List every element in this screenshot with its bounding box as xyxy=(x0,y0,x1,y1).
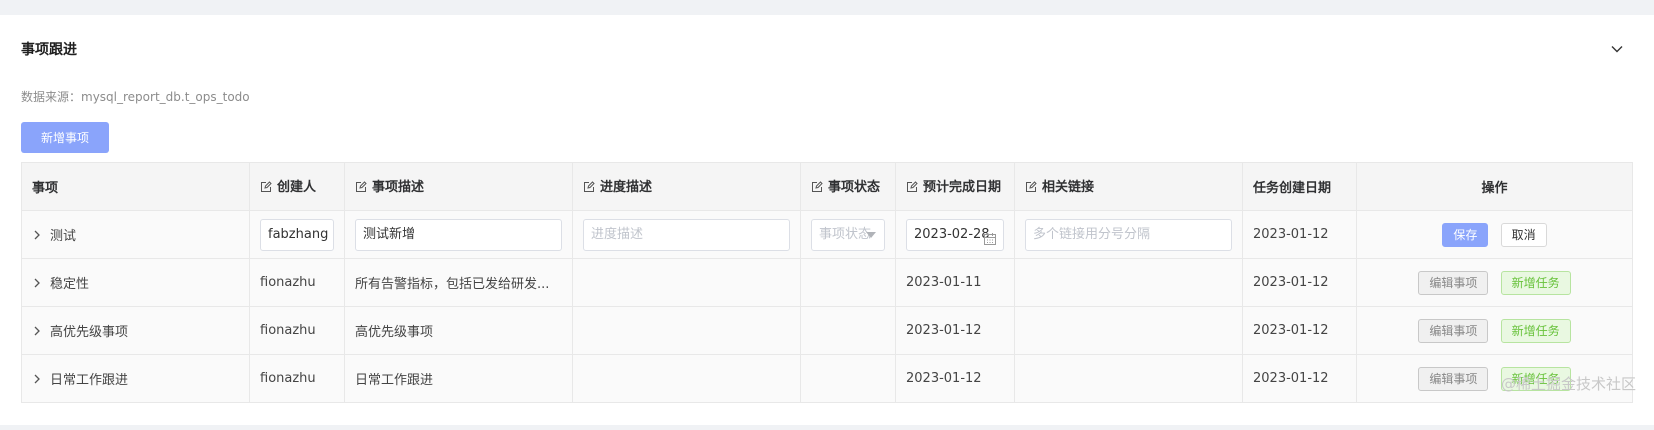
cell-item: 日常工作跟进 xyxy=(21,354,250,403)
item-name: 测试 xyxy=(50,228,77,244)
cell-ops: 编辑事项 新增任务 xyxy=(1356,306,1633,355)
edit-item-button[interactable]: 编辑事项 xyxy=(1418,318,1489,343)
status-select-placeholder: 事项状态 xyxy=(819,226,872,242)
cell-desc: 所有告警指标，包括已发给研发... xyxy=(344,258,573,307)
chevron-right-icon[interactable] xyxy=(32,373,42,389)
edit-icon xyxy=(811,181,823,197)
status-select[interactable]: 事项状态 xyxy=(811,218,885,251)
edit-icon xyxy=(1025,181,1037,197)
cell-item: 测试 xyxy=(21,210,250,259)
header-desc[interactable]: 事项描述 xyxy=(344,162,573,211)
header-creator-label: 创建人 xyxy=(277,180,317,195)
cell-status xyxy=(800,306,896,355)
edit-icon xyxy=(906,181,918,197)
item-name: 稳定性 xyxy=(50,276,90,292)
header-progress-label: 进度描述 xyxy=(600,180,653,195)
cell-due: 2023-01-11 xyxy=(895,258,1015,307)
todo-card: 事项跟进 数据来源：mysql_report_db.t_ops_todo 新增事… xyxy=(0,15,1654,425)
edit-icon xyxy=(260,181,272,197)
cell-created: 2023-01-12 xyxy=(1242,210,1357,259)
caret-down-icon xyxy=(866,231,876,238)
cell-item: 高优先级事项 xyxy=(21,306,250,355)
header-desc-label: 事项描述 xyxy=(372,180,425,195)
links-input[interactable]: 多个链接用分号分隔 xyxy=(1025,218,1232,251)
table-header-row: 事项 创建人 事项描述 进度描述 事项状态 预计完成日期 相关链接 任务创建日期… xyxy=(21,162,1633,211)
calendar-icon xyxy=(983,228,997,250)
header-links-label: 相关链接 xyxy=(1042,180,1095,195)
chevron-down-icon[interactable] xyxy=(1610,41,1624,55)
cell-ops: 编辑事项 新增任务 xyxy=(1356,258,1633,307)
cell-status xyxy=(800,354,896,403)
cell-created: 2023-01-12 xyxy=(1242,306,1357,355)
chevron-right-icon[interactable] xyxy=(32,325,42,341)
cell-progress xyxy=(572,354,801,403)
header-status-label: 事项状态 xyxy=(828,180,881,195)
cell-status xyxy=(800,258,896,307)
table-row-editing: 测试 fabzhang 测试新增 进度描述 事项状态 2023-02-28 多个… xyxy=(21,210,1633,259)
cell-desc: 测试新增 xyxy=(344,210,573,259)
save-button[interactable]: 保存 xyxy=(1442,222,1489,247)
cell-progress: 进度描述 xyxy=(572,210,801,259)
edit-icon xyxy=(355,181,367,197)
cell-links xyxy=(1014,306,1243,355)
header-due-label: 预计完成日期 xyxy=(923,180,1002,195)
cell-due: 2023-01-12 xyxy=(895,306,1015,355)
chevron-right-icon[interactable] xyxy=(32,229,42,245)
cell-creator: fabzhang xyxy=(249,210,345,259)
header-creator[interactable]: 创建人 xyxy=(249,162,345,211)
header-ops: 操作 xyxy=(1356,162,1633,211)
header-progress[interactable]: 进度描述 xyxy=(572,162,801,211)
cell-created: 2023-01-12 xyxy=(1242,354,1357,403)
creator-input[interactable]: fabzhang xyxy=(260,218,334,251)
cell-progress xyxy=(572,258,801,307)
chevron-right-icon[interactable] xyxy=(32,277,42,293)
cell-creator: fionazhu xyxy=(249,354,345,403)
header-status[interactable]: 事项状态 xyxy=(800,162,896,211)
cell-created: 2023-01-12 xyxy=(1242,258,1357,307)
table-row: 日常工作跟进 fionazhu 日常工作跟进 2023-01-12 2023-0… xyxy=(21,354,1633,403)
card-title: 事项跟进 xyxy=(21,42,77,58)
todo-table: 事项 创建人 事项描述 进度描述 事项状态 预计完成日期 相关链接 任务创建日期… xyxy=(21,162,1633,403)
table-row: 高优先级事项 fionazhu 高优先级事项 2023-01-12 2023-0… xyxy=(21,306,1633,355)
edit-item-button[interactable]: 编辑事项 xyxy=(1418,270,1489,295)
item-name: 高优先级事项 xyxy=(50,324,129,340)
cancel-button[interactable]: 取消 xyxy=(1500,222,1547,247)
due-date-picker[interactable]: 2023-02-28 xyxy=(906,218,1004,251)
watermark: @稀土掘金技术社区 xyxy=(1500,375,1636,393)
cell-item: 稳定性 xyxy=(21,258,250,307)
header-item: 事项 xyxy=(21,162,250,211)
due-date-value: 2023-02-28 xyxy=(914,226,990,242)
cell-desc: 高优先级事项 xyxy=(344,306,573,355)
header-created: 任务创建日期 xyxy=(1242,162,1357,211)
header-due[interactable]: 预计完成日期 xyxy=(895,162,1015,211)
cell-links xyxy=(1014,354,1243,403)
cell-due: 2023-02-28 xyxy=(895,210,1015,259)
add-item-button[interactable]: 新增事项 xyxy=(21,122,109,153)
edit-item-button[interactable]: 编辑事项 xyxy=(1418,366,1489,391)
cell-desc: 日常工作跟进 xyxy=(344,354,573,403)
add-task-button[interactable]: 新增任务 xyxy=(1500,270,1571,295)
edit-icon xyxy=(583,181,595,197)
cell-creator: fionazhu xyxy=(249,258,345,307)
header-links[interactable]: 相关链接 xyxy=(1014,162,1243,211)
cell-creator: fionazhu xyxy=(249,306,345,355)
cell-due: 2023-01-12 xyxy=(895,354,1015,403)
add-task-button[interactable]: 新增任务 xyxy=(1500,318,1571,343)
item-name: 日常工作跟进 xyxy=(50,372,129,388)
progress-input[interactable]: 进度描述 xyxy=(583,218,790,251)
cell-status: 事项状态 xyxy=(800,210,896,259)
table-row: 稳定性 fionazhu 所有告警指标，包括已发给研发... 2023-01-1… xyxy=(21,258,1633,307)
cell-progress xyxy=(572,306,801,355)
desc-input[interactable]: 测试新增 xyxy=(355,218,562,251)
data-source-label: 数据来源：mysql_report_db.t_ops_todo xyxy=(21,90,250,104)
cell-links: 多个链接用分号分隔 xyxy=(1014,210,1243,259)
cell-ops: 保存 取消 xyxy=(1356,210,1633,259)
cell-links xyxy=(1014,258,1243,307)
